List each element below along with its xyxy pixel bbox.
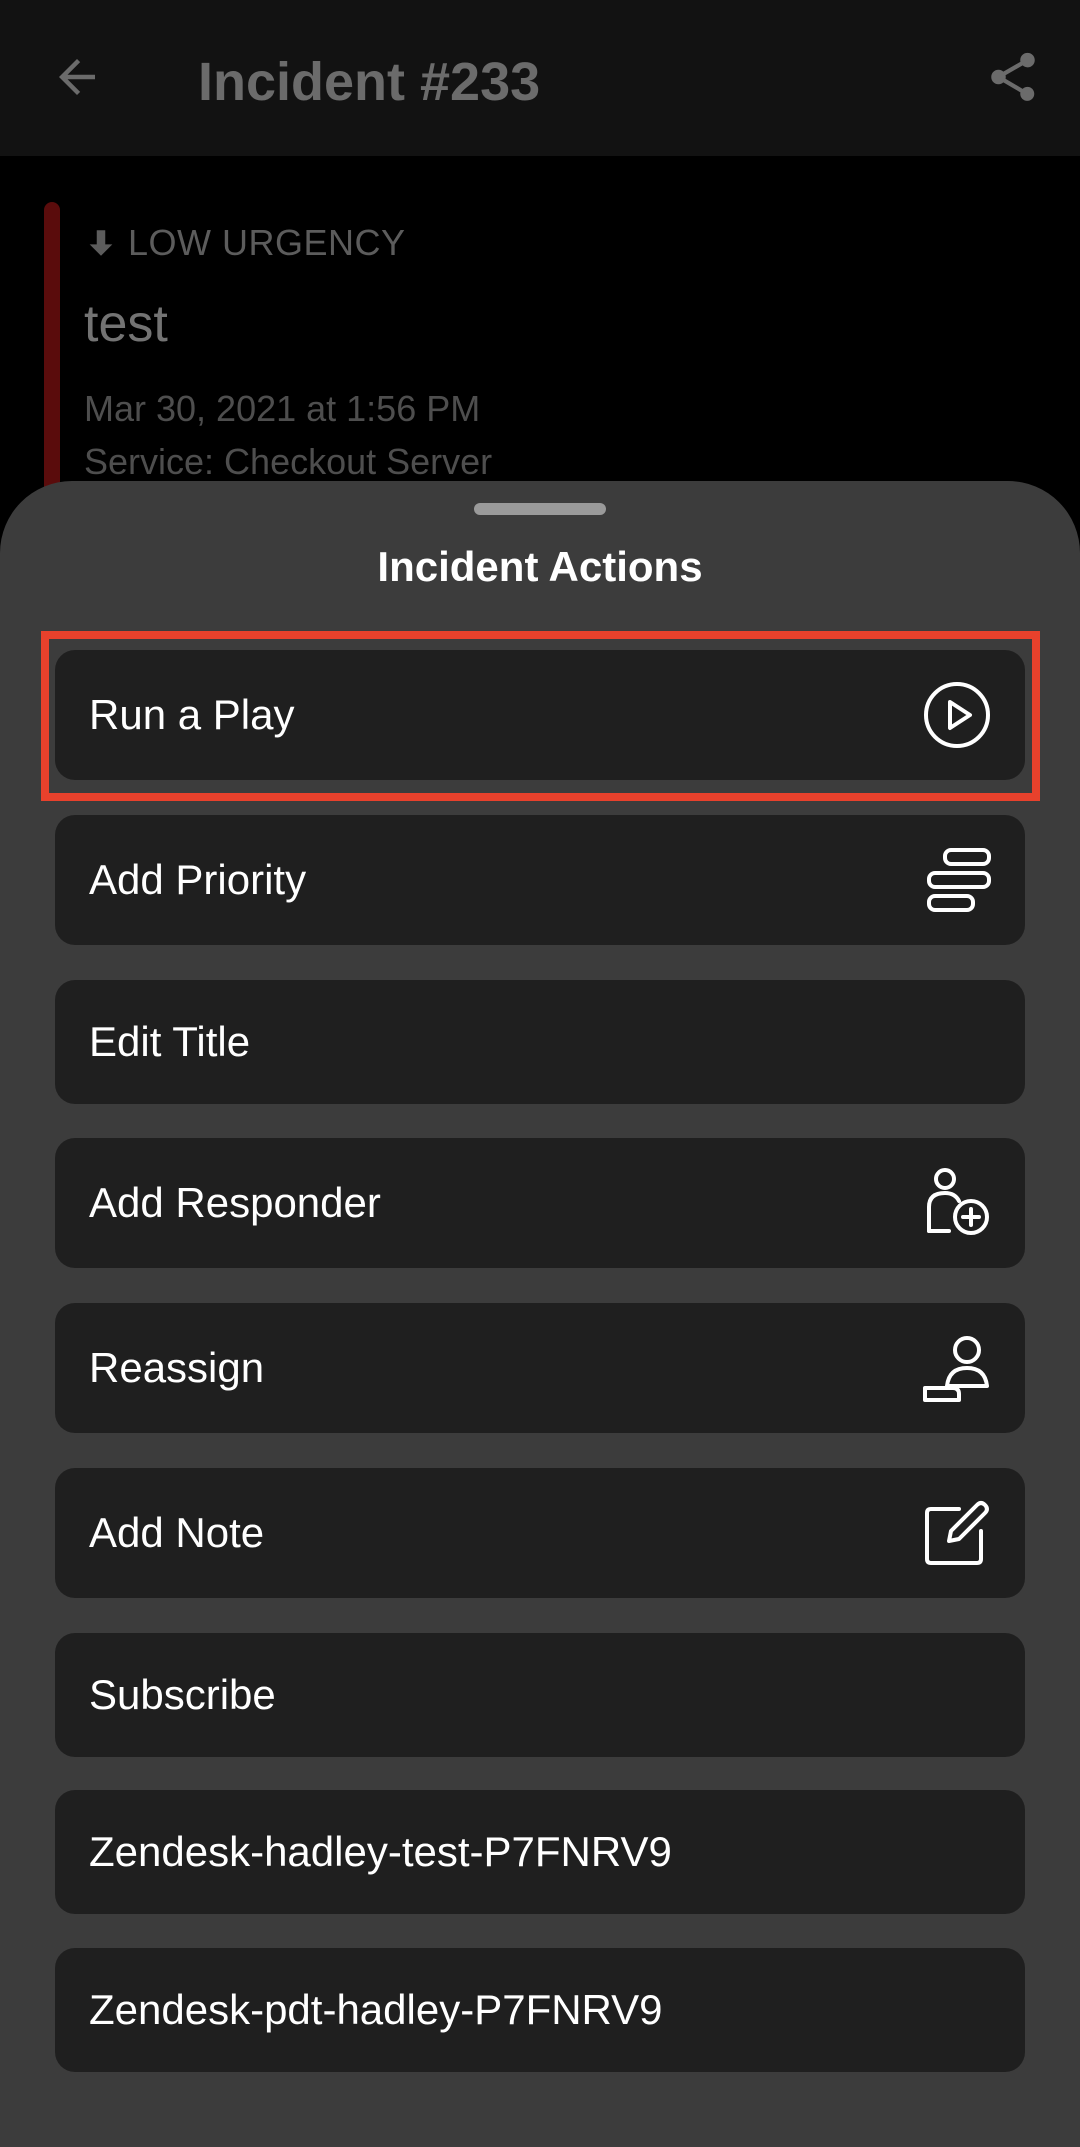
arrow-down-icon [89,230,113,256]
share-icon [991,52,1035,101]
arrow-left-icon [59,59,95,95]
action-label: Run a Play [89,691,295,738]
urgency-label: LOW URGENCY [84,222,406,264]
add-note-button[interactable]: Add Note [55,1468,1025,1598]
action-label: Zendesk-hadley-test-P7FNRV9 [89,1828,672,1875]
add-person-icon [927,1168,989,1235]
add-responder-button[interactable]: Add Responder [55,1138,1025,1268]
incident-title: test [84,295,168,353]
action-label: Add Priority [89,856,307,903]
incident-date: Mar 30, 2021 at 1:56 PM [84,388,481,429]
add-priority-button[interactable]: Add Priority [55,815,1025,945]
incident-service: Service: Checkout Server [84,441,493,482]
back-button[interactable] [40,40,114,114]
zendesk-pdt-hadley-button[interactable]: Zendesk-pdt-hadley-P7FNRV9 [55,1948,1025,2072]
run-a-play-button[interactable]: Run a Play [55,650,1025,780]
share-button[interactable] [976,40,1050,114]
subscribe-button[interactable]: Subscribe [55,1633,1025,1757]
zendesk-hadley-test-button[interactable]: Zendesk-hadley-test-P7FNRV9 [55,1790,1025,1914]
play-circle-icon [924,682,990,748]
reassign-button[interactable]: Reassign [55,1303,1025,1433]
sheet-title: Incident Actions [377,543,703,590]
app-bar: Incident #233 [0,0,1080,156]
edit-note-icon [925,1501,989,1565]
action-label: Add Responder [89,1179,381,1226]
incident-actions-sheet: Incident Actions Run a Play Add Priority… [0,481,1080,2147]
action-label: Zendesk-pdt-hadley-P7FNRV9 [89,1986,663,2033]
action-label: Reassign [89,1344,265,1391]
priority-bars-icon [927,848,991,912]
screen: Incident #233 LOW URGENCY test Mar 30, 2… [0,0,1080,2147]
edit-title-button[interactable]: Edit Title [55,980,1025,1104]
urgency-text: LOW URGENCY [128,222,406,263]
sheet-drag-handle[interactable] [474,503,606,515]
action-label: Edit Title [89,1018,251,1065]
reassign-person-icon [923,1336,989,1402]
action-label: Add Note [89,1509,265,1556]
action-label: Subscribe [89,1671,276,1718]
page-title: Incident #233 [198,52,541,112]
